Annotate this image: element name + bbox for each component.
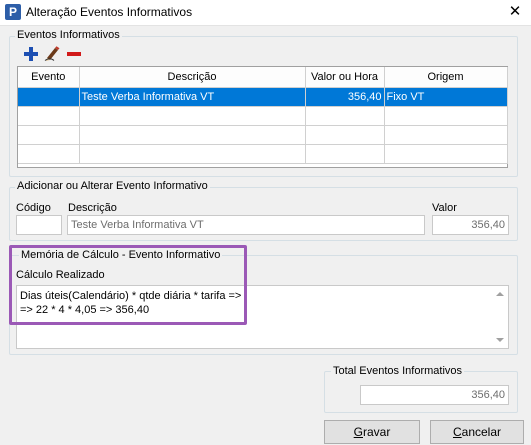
- cell-evento: [18, 144, 80, 164]
- pencil-icon[interactable]: [44, 45, 60, 61]
- cell-origem: Fixo VT: [384, 87, 508, 107]
- cell-valor: [305, 106, 385, 126]
- cell-evento: [18, 106, 80, 126]
- memo-scrollbar[interactable]: [494, 286, 508, 348]
- cell-valor: 356,40: [305, 87, 385, 107]
- add-edit-legend: Adicionar ou Alterar Evento Informativo: [15, 180, 210, 192]
- codigo-label: Código: [16, 202, 51, 214]
- minus-icon-bar: [67, 52, 81, 56]
- gravar-accelerator: G: [353, 425, 363, 439]
- app-logo-icon: P: [5, 4, 21, 20]
- column-header-descricao[interactable]: Descrição: [79, 67, 306, 88]
- cancelar-accelerator: C: [452, 425, 462, 439]
- eventos-table: Evento Descrição Valor ou Hora Origem Te…: [18, 67, 508, 164]
- descricao-field[interactable]: Teste Verba Informativa VT: [67, 215, 425, 235]
- cell-descricao: [79, 144, 306, 164]
- cell-valor: [305, 144, 385, 164]
- eventos-legend: Eventos Informativos: [15, 29, 122, 41]
- table-header-row: Evento Descrição Valor ou Hora Origem: [18, 67, 508, 88]
- column-header-origem[interactable]: Origem: [384, 67, 508, 88]
- table-row[interactable]: [18, 125, 508, 145]
- highlight-box: [9, 245, 247, 325]
- total-legend: Total Eventos Informativos: [331, 365, 465, 377]
- table-row[interactable]: Teste Verba Informativa VT 356,40 Fixo V…: [18, 87, 508, 107]
- minus-icon[interactable]: [66, 46, 82, 62]
- gravar-button[interactable]: Gravar: [324, 420, 420, 444]
- codigo-field[interactable]: [16, 215, 62, 235]
- eventos-grid[interactable]: Evento Descrição Valor ou Hora Origem Te…: [17, 66, 508, 168]
- column-header-valor[interactable]: Valor ou Hora: [305, 67, 385, 88]
- cell-origem: [384, 125, 508, 145]
- plus-icon-bar-v: [29, 47, 33, 61]
- cell-descricao: [79, 106, 306, 126]
- column-header-evento[interactable]: Evento: [18, 67, 80, 88]
- pencil-icon-svg: [44, 46, 60, 61]
- scroll-up-icon[interactable]: [496, 292, 504, 296]
- cancelar-button[interactable]: Cancelar: [430, 420, 524, 444]
- plus-icon[interactable]: [24, 46, 40, 62]
- cell-evento: [18, 87, 80, 107]
- close-icon[interactable]: ✕: [504, 2, 526, 22]
- cancelar-label: ancelar: [461, 425, 502, 439]
- descricao-label: Descrição: [68, 202, 117, 214]
- gravar-label: ravar: [363, 425, 391, 439]
- valor-field[interactable]: 356,40: [432, 215, 509, 235]
- cell-valor: [305, 125, 385, 145]
- cell-evento: [18, 125, 80, 145]
- scroll-down-icon[interactable]: [496, 338, 504, 342]
- cell-descricao: Teste Verba Informativa VT: [79, 87, 306, 107]
- table-row[interactable]: [18, 106, 508, 126]
- total-field[interactable]: 356,40: [360, 385, 509, 405]
- cell-origem: [384, 106, 508, 126]
- cell-origem: [384, 144, 508, 164]
- valor-label: Valor: [432, 202, 457, 214]
- table-row[interactable]: [18, 144, 508, 164]
- cell-descricao: [79, 125, 306, 145]
- window-title: Alteração Eventos Informativos: [26, 5, 193, 19]
